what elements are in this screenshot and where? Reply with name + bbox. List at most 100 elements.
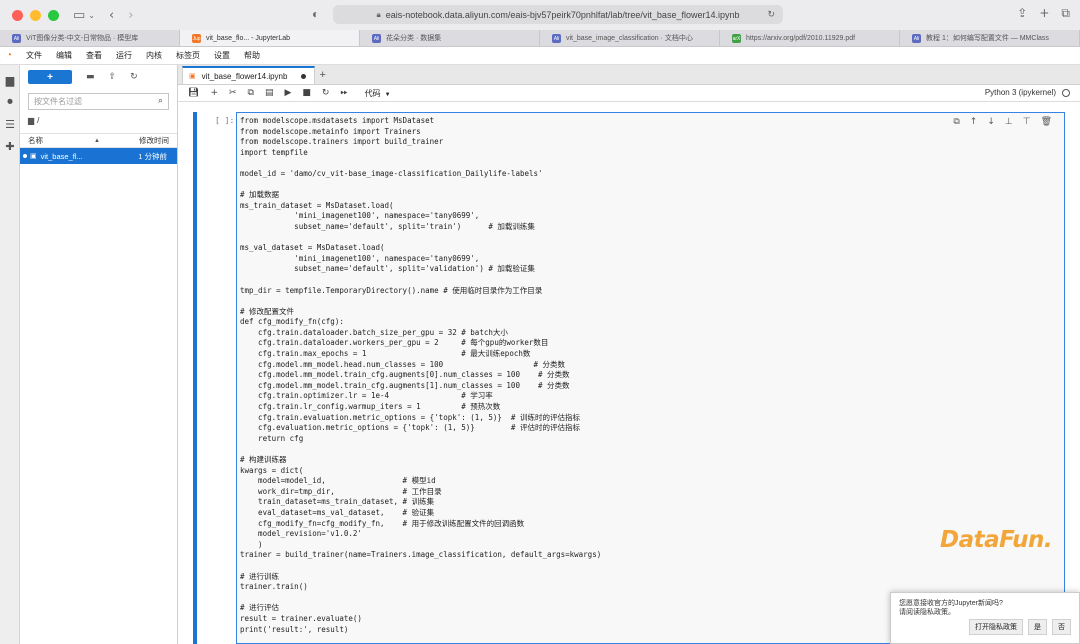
sidebar-toggle-icon[interactable]: ▭: [73, 8, 85, 23]
file-list: ▣ vit_base_fl... 1 分钟前: [20, 148, 177, 164]
cell-type-select[interactable]: 代码 ▼: [365, 88, 391, 99]
kernel-name: Python 3 (ipykernel): [984, 88, 1056, 97]
privacy-shield-icon[interactable]: ◐: [312, 7, 319, 21]
notebook-toolbar: 💾︎ + ✂ ⧉ ▤ ▶ ■ ↻ ⏩︎ 代码 ▼ Python 3 (ipyker…: [178, 85, 1080, 102]
reload-icon[interactable]: ↻: [767, 9, 775, 20]
notification-text-1: 您愿意接收官方的Jupyter新闻吗?: [899, 600, 1003, 607]
file-list-item[interactable]: ▣ vit_base_fl... 1 分钟前: [20, 148, 177, 164]
active-cell-indicator[interactable]: [193, 112, 197, 644]
file-modified-time: 1 分钟前: [138, 151, 167, 161]
browser-tab-label: https://arxiv.org/pdf/2010.11929.pdf: [746, 34, 856, 42]
cell-toolbar: ⧉ ↑ ↓ ⊥ ⊤ 🗑︎: [953, 117, 1052, 127]
menu-item[interactable]: 查看: [86, 50, 102, 61]
browser-tab[interactable]: Jup vit_base_flo... - JupyterLab: [180, 30, 360, 46]
extensions-icon[interactable]: ✚: [0, 135, 20, 157]
delete-cell-icon[interactable]: 🗑︎: [1041, 117, 1052, 127]
forward-icon[interactable]: ›: [128, 8, 133, 23]
column-modified-header[interactable]: 修改时间: [139, 135, 169, 146]
folder-icon: ▆: [28, 116, 35, 125]
kernel-idle-icon: [1062, 88, 1070, 97]
menu-item[interactable]: 运行: [116, 50, 132, 61]
folder-icon[interactable]: ▆: [0, 69, 20, 91]
column-name-header[interactable]: 名称: [28, 135, 43, 146]
file-filter-input[interactable]: 按文件名过滤 ⌕: [28, 93, 169, 110]
sort-ascending-icon[interactable]: ▲: [94, 138, 100, 144]
run-icon[interactable]: ▶: [284, 88, 291, 98]
datafun-watermark: DataFun.: [940, 527, 1053, 553]
menu-item[interactable]: 内核: [146, 50, 162, 61]
browser-tab-bar: Ali ViT图像分类-中文-日常物品 · 模型库 Jup vit_base_flo.…: [0, 30, 1080, 47]
new-folder-icon[interactable]: ▬: [86, 72, 95, 82]
left-activity-bar: ▆ ⏺ ☰ ✚: [0, 65, 20, 644]
browser-tab[interactable]: Ali ViT图像分类-中文-日常物品 · 模型库: [0, 30, 180, 46]
browser-tab[interactable]: Ali 花朵分类 · 数据集: [360, 30, 540, 46]
file-browser-toolbar: + ▬ ⇧ ↻: [20, 65, 177, 89]
notebook-file-icon: ▣: [30, 153, 37, 160]
code-editor[interactable]: from modelscope.msdatasets import MsData…: [236, 112, 1065, 644]
file-list-header: 名称 ▲ 修改时间: [20, 133, 177, 148]
commands-icon[interactable]: ☰: [0, 113, 20, 135]
new-tab-icon[interactable]: +: [1039, 6, 1049, 21]
minimize-window-button[interactable]: [30, 9, 41, 21]
tab-favicon-icon: arX: [732, 34, 741, 43]
tab-favicon-icon: Jup: [192, 34, 201, 43]
move-up-icon[interactable]: ↑: [970, 117, 978, 127]
no-button[interactable]: 否: [1052, 619, 1071, 635]
main-notebook-area: ▣ vit_base_flower14.ipynb + 💾︎ + ✂ ⧉ ▤ ▶…: [178, 65, 1080, 644]
notebook-tab-bar: ▣ vit_base_flower14.ipynb +: [178, 65, 1080, 85]
restart-icon[interactable]: ↻: [322, 88, 330, 98]
browser-tab[interactable]: Ali vit_base_image_classification · 文档中心: [540, 30, 720, 46]
browser-tab[interactable]: Ali 教程 1：如何编写配置文件 — MMClass: [900, 30, 1080, 46]
insert-cell-icon[interactable]: +: [210, 88, 218, 98]
cut-icon[interactable]: ✂: [229, 88, 237, 98]
fast-forward-icon[interactable]: ⏩︎: [340, 88, 347, 98]
file-browser-panel: + ▬ ⇧ ↻ 按文件名过滤 ⌕ ▆ / 名称 ▲ 修改时间 ▣ vit_base…: [20, 65, 178, 644]
copy-icon[interactable]: ⧉: [248, 88, 254, 98]
stop-icon[interactable]: ■: [302, 88, 311, 98]
refresh-icon[interactable]: ↻: [130, 72, 138, 82]
menu-item[interactable]: 帮助: [244, 50, 260, 61]
paste-icon[interactable]: ▤: [265, 88, 274, 98]
move-down-icon[interactable]: ↓: [987, 117, 995, 127]
tab-overview-icon[interactable]: ⧉: [1061, 6, 1070, 21]
unsaved-indicator-icon[interactable]: [301, 73, 307, 79]
back-icon[interactable]: ‹: [109, 8, 114, 23]
code-content[interactable]: from modelscope.msdatasets import MsData…: [237, 113, 1064, 635]
jupyter-menu-bar: ◔ 文件 编辑 查看 运行 内核 标签页 设置 帮助: [0, 47, 1080, 65]
running-icon[interactable]: ⏺: [0, 91, 20, 113]
zoom-window-button[interactable]: [48, 9, 59, 21]
browser-tab[interactable]: arX https://arxiv.org/pdf/2010.11929.pdf: [720, 30, 900, 46]
browser-tab-label: vit_base_flo... - JupyterLab: [206, 34, 291, 42]
save-icon[interactable]: 💾︎: [188, 88, 199, 98]
open-privacy-button[interactable]: 打开隐私政策: [969, 619, 1023, 635]
address-bar[interactable]: 🔒︎ eais-notebook.data.aliyun.com/eais-bj…: [333, 5, 783, 24]
menu-item[interactable]: 编辑: [56, 50, 72, 61]
browser-tab-label: 教程 1：如何编写配置文件 — MMClass: [926, 35, 1049, 42]
browser-tab-label: ViT图像分类-中文-日常物品 · 模型库: [26, 35, 139, 42]
news-notification: 您愿意接收官方的Jupyter新闻吗? 请阅读隐私政策。 打开隐私政策 是 否: [890, 592, 1080, 644]
code-cell[interactable]: [ ]: from modelscope.msdatasets import M…: [193, 112, 1065, 644]
add-tab-icon[interactable]: +: [319, 69, 325, 81]
lock-icon: 🔒︎: [376, 9, 381, 19]
notebook-tab[interactable]: ▣ vit_base_flower14.ipynb: [182, 66, 316, 84]
new-launcher-button[interactable]: +: [28, 70, 72, 84]
menu-item[interactable]: 文件: [26, 50, 42, 61]
insert-above-icon[interactable]: ⊥: [1005, 117, 1013, 127]
tab-favicon-icon: Ali: [12, 34, 21, 43]
share-icon[interactable]: ⇪: [1017, 6, 1027, 21]
notebook-tab-title: vit_base_flower14.ipynb: [201, 71, 288, 81]
running-indicator-icon: [23, 154, 27, 158]
chevron-down-icon[interactable]: ⌄: [88, 11, 95, 20]
notification-text-2[interactable]: 请阅读隐私政策。: [899, 608, 1071, 617]
menu-item[interactable]: 标签页: [176, 50, 200, 61]
breadcrumb[interactable]: ▆ /: [28, 116, 169, 125]
menu-item[interactable]: 设置: [214, 50, 230, 61]
breadcrumb-root[interactable]: /: [37, 116, 39, 125]
upload-icon[interactable]: ⇧: [109, 72, 117, 82]
close-window-button[interactable]: [12, 9, 23, 21]
kernel-status[interactable]: Python 3 (ipykernel): [985, 88, 1070, 97]
insert-below-icon[interactable]: ⊤: [1023, 117, 1031, 127]
yes-button[interactable]: 是: [1028, 619, 1047, 635]
duplicate-cell-icon[interactable]: ⧉: [953, 117, 959, 127]
browser-tab-label: 花朵分类 · 数据集: [386, 35, 442, 42]
